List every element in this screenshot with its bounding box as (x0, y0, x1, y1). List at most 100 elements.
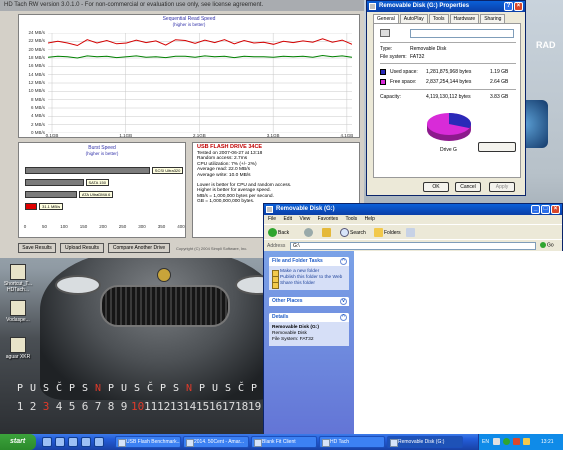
calendar-day-letter: S (172, 383, 180, 394)
collapse-chevron-icon[interactable]: ^ (340, 258, 347, 265)
start-button[interactable]: start (0, 434, 36, 450)
burst-bar (25, 191, 77, 198)
taskbar: start USB Flash Benchmark... 2014. 50Cen… (0, 434, 563, 450)
close-button[interactable]: × (514, 2, 523, 11)
folders-button[interactable]: Folders (374, 228, 401, 237)
minimize-button[interactable]: _ (531, 205, 540, 214)
free-size: 2.64 GB (490, 79, 509, 85)
x-tick-label: 1.1GB (119, 133, 133, 138)
ok-button[interactable]: OK (423, 182, 449, 192)
share-folder-link[interactable]: Share this folder (272, 281, 346, 289)
file-list-area[interactable] (354, 251, 563, 434)
save-results-button[interactable]: Save Results (18, 243, 56, 253)
free-label: Free space: (390, 79, 417, 85)
quicklaunch-desktop-icon[interactable] (55, 437, 65, 447)
burst-bar (25, 203, 38, 210)
expand-chevron-icon[interactable]: v (340, 298, 347, 305)
calendar-date: 14 (183, 400, 197, 413)
go-button[interactable]: Go (540, 242, 554, 248)
seq-plot-area (48, 33, 352, 133)
calendar-day-letter: U (29, 383, 37, 394)
quicklaunch-explorer-icon[interactable] (81, 437, 91, 447)
compare-drive-button[interactable]: Compare Another Drive (108, 243, 170, 253)
tray-security-icon[interactable] (503, 438, 510, 445)
desktop-shortcut-hdtach[interactable]: Shortcut_T... HDTach... (2, 264, 34, 293)
burst-bar-label: SCSI Ultra320 (151, 167, 184, 174)
taskbar-item-client[interactable]: Blank Fit Client (251, 436, 317, 448)
other-places-label: Other Places (272, 298, 303, 304)
y-tick-label: 14 MB/s (28, 71, 45, 77)
burst-chart-subtitle: (higher is better) (85, 151, 119, 156)
calendar-day-letter: P (250, 383, 258, 394)
apply-button[interactable]: Apply (489, 182, 515, 192)
calendar-date: 2 (29, 400, 37, 413)
used-label: Used space: (390, 69, 418, 75)
car-badge (157, 268, 171, 282)
search-button[interactable]: Search (340, 228, 366, 237)
menu-view[interactable]: View (299, 216, 310, 222)
explorer-titlebar[interactable]: Removable Disk (G:) _ □ × (264, 204, 562, 215)
views-button[interactable] (406, 228, 416, 237)
calendar-date: 3 (42, 400, 50, 413)
divider (380, 63, 516, 64)
y-tick-label: 0 MB/s (30, 130, 45, 135)
x-tick-label: 2.1GB (193, 133, 206, 138)
seq-chart-subtitle: (higher is better) (172, 22, 206, 27)
upload-results-button[interactable]: Upload Results (60, 243, 104, 253)
desktop-icon-label: Vodaspe... (6, 317, 30, 323)
quicklaunch-app-icon[interactable] (94, 437, 104, 447)
calendar-day-letter: S (42, 383, 50, 394)
desktop-shortcut-voda[interactable]: Vodaspe... (2, 300, 34, 323)
taskbar-item-removable-disk[interactable]: Removable Disk (G:) (387, 436, 463, 448)
file-folder-tasks-header[interactable]: File and Folder Tasks ^ (269, 257, 349, 266)
burst-bar-label: SATA 150 (85, 179, 109, 186)
close-button[interactable]: × (551, 205, 560, 214)
volume-label-field[interactable] (410, 29, 514, 38)
disk-cleanup-button[interactable] (478, 142, 516, 152)
x-tick-label: 4.1GB (340, 133, 354, 138)
menu-help[interactable]: Help (365, 216, 375, 222)
address-label: Address (267, 243, 286, 249)
language-indicator[interactable]: EN (482, 434, 489, 450)
back-button[interactable]: Back (268, 228, 289, 237)
cancel-button[interactable]: Cancel (455, 182, 481, 192)
tray-network-icon[interactable] (493, 438, 500, 445)
address-input[interactable]: G:\ (290, 242, 536, 250)
search-icon (340, 228, 349, 237)
forward-button[interactable] (304, 228, 314, 237)
up-folder-button[interactable] (322, 228, 332, 237)
details-header[interactable]: Details ^ (269, 313, 349, 322)
back-label: Back (278, 229, 290, 236)
desktop-icon-label: aguar XKR (5, 354, 31, 360)
y-tick-label: 6 MB/s (30, 105, 45, 110)
menu-tools[interactable]: Tools (345, 216, 357, 222)
calendar-day-letter: N (185, 383, 193, 394)
taskbar-item-usb-benchmark[interactable]: USB Flash Benchmark... (115, 436, 181, 448)
desktop-shortcut-jaguar[interactable]: aguar XKR (2, 337, 34, 360)
quicklaunch-ie-icon[interactable] (42, 437, 52, 447)
menu-file[interactable]: File (268, 216, 276, 222)
properties-titlebar[interactable]: Removable Disk (G:) Properties ? × (367, 1, 525, 12)
tray-usb-icon[interactable] (513, 438, 520, 445)
menu-edit[interactable]: Edit (283, 216, 292, 222)
other-places-header[interactable]: Other Places v (269, 297, 349, 306)
taskbar-item-player[interactable]: 2014. 50Cent - Amar... (183, 436, 249, 448)
clock[interactable]: 13:21 (541, 434, 554, 450)
go-arrow-icon (540, 242, 546, 248)
help-button[interactable]: ? (504, 2, 513, 11)
collapse-chevron-icon[interactable]: ^ (340, 314, 347, 321)
taskbar-item-hdtach[interactable]: HD Tach (319, 436, 385, 448)
calendar-strip: P 1 U 2 S 3 Č 4 P 5 S 6 N 7 P 8 U 9 S 10 Č 11 P 12 S 13 N 14 P 15 U 16 S… (14, 383, 264, 423)
menu-bar: File Edit View Favorites Tools Help (264, 215, 562, 224)
calendar-day-letter: Č (55, 383, 63, 394)
menu-favorites[interactable]: Favorites (318, 216, 339, 222)
system-tray: EN 13:21 (478, 434, 563, 450)
quicklaunch-media-icon[interactable] (68, 437, 78, 447)
tray-volume-icon[interactable] (523, 438, 530, 445)
capacity-bytes: 4,119,130,112 bytes (426, 94, 471, 100)
x-tick-label: 0.1GB (45, 133, 59, 138)
maximize-button[interactable]: □ (541, 205, 550, 214)
burst-bar (25, 167, 150, 174)
calendar-day-letter: U (211, 383, 219, 394)
shortcut-icon (10, 264, 26, 280)
